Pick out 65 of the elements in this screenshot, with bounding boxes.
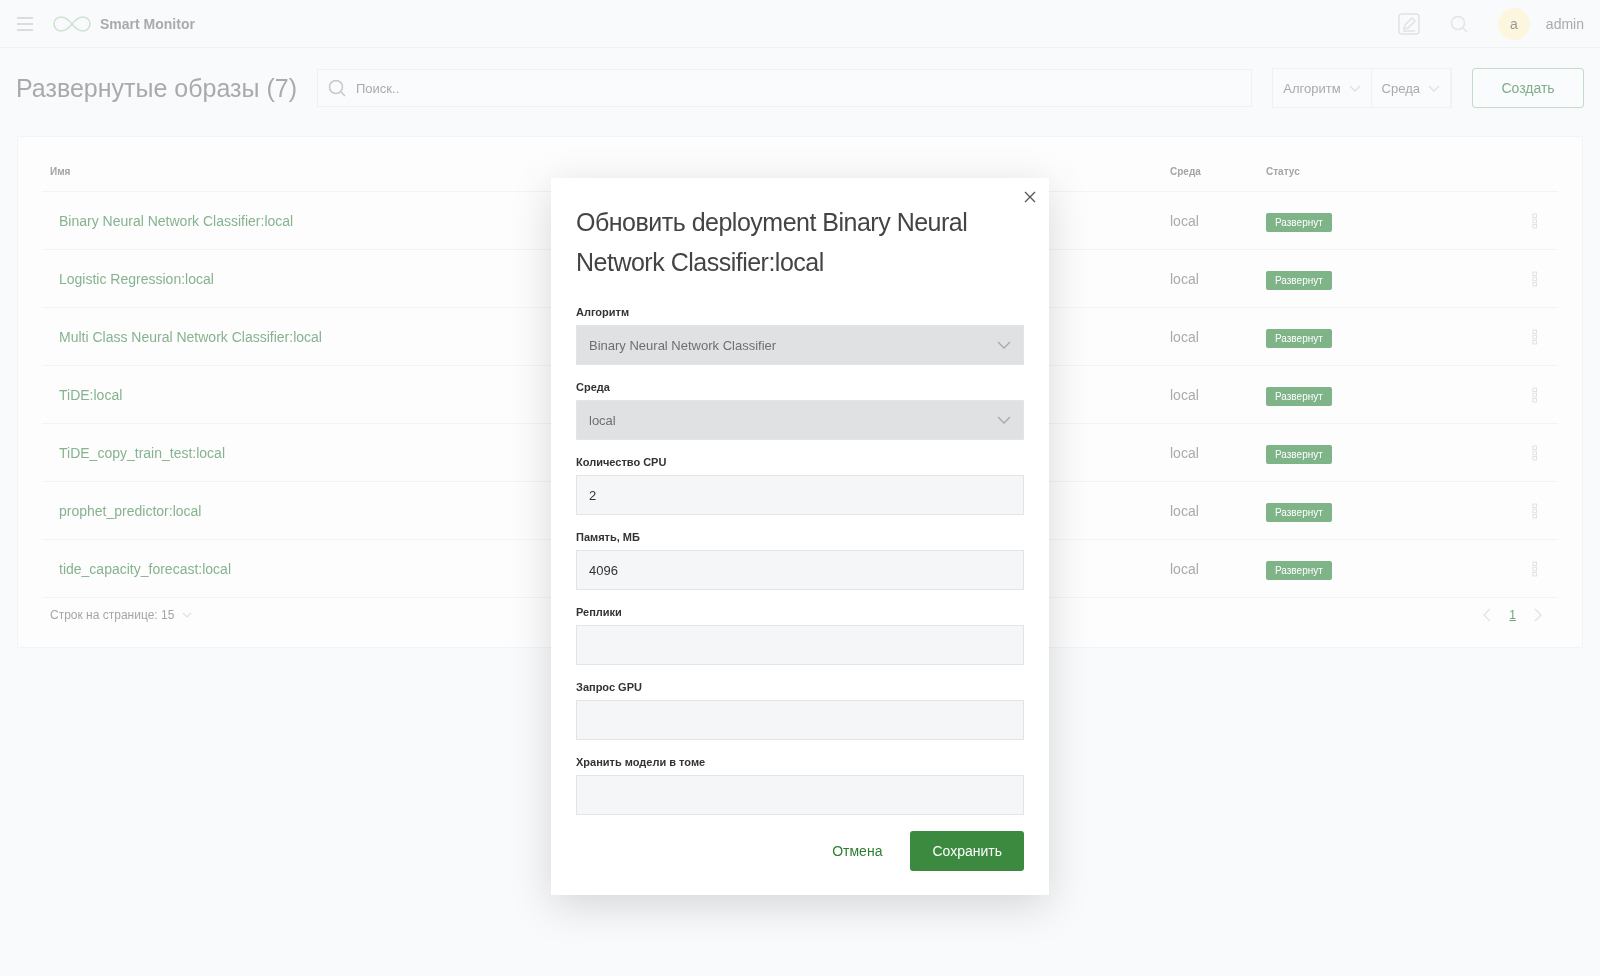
app-title: Smart Monitor [100,15,195,32]
field-label: Среда [576,381,611,393]
cancel-button[interactable]: Отмена [826,842,889,860]
table-cell-text: local [1170,502,1200,519]
more-options-icon[interactable] [1532,328,1538,345]
input-field[interactable]: 4096 [576,550,1024,590]
column-header: Имя [50,165,72,177]
status-badge: Развернут [1266,502,1332,522]
chevron-down-icon [997,341,1011,349]
more-options-icon[interactable] [1532,502,1538,519]
status-badge: Развернут [1266,328,1332,348]
field-label: Память, МБ [576,531,641,543]
search-field[interactable]: Поиск.. [317,69,1253,107]
chevron-down-icon [1348,84,1361,92]
status-badge: Развернут [1266,212,1332,232]
edit-icon[interactable] [1397,12,1420,35]
table-cell-text: local [1170,212,1200,229]
field-label: Алгоритм [576,306,631,318]
create-button[interactable]: Создать [1472,68,1584,108]
column-header: Статус [1266,165,1301,177]
chevron-down-icon [1428,84,1440,92]
column-header: Среда [1170,165,1202,177]
status-badge: Развернут [1266,386,1332,406]
search-icon [328,79,346,97]
page-title: Развернутые образы (7) [16,73,297,103]
deployment-link[interactable]: Multi Class Neural Network Classifier:local [59,328,322,345]
deployment-link[interactable]: prophet_predictor:local [59,502,202,519]
menu-icon[interactable] [16,16,34,31]
field-label: Запрос GPU [576,681,643,693]
deployment-link[interactable]: Binary Neural Network Classifier:local [59,212,294,229]
deployment-link[interactable]: tide_capacity_forecast:local [59,560,231,577]
dialog-title: Обновить deployment Binary Neural Network Classifier:local [576,207,969,278]
more-options-icon[interactable] [1532,560,1538,577]
chevron-down-icon [997,416,1011,424]
field-label: Хранить модели в томе [576,756,707,768]
save-button[interactable]: Сохранить [910,831,1024,871]
more-options-icon[interactable] [1532,386,1538,403]
deployment-link[interactable]: Logistic Regression:local [59,270,214,287]
input-field[interactable] [576,625,1024,665]
table-cell-text: local [1170,444,1200,461]
input-field[interactable]: 2 [576,475,1024,515]
status-badge: Развернут [1266,560,1332,580]
more-options-icon[interactable] [1532,212,1538,229]
input-field[interactable] [576,700,1024,740]
chevron-down-icon [182,612,193,618]
user-avatar[interactable]: a [1497,7,1530,40]
status-badge: Развернут [1266,444,1332,464]
table-cell-text: local [1170,328,1200,345]
rows-per-page-dropdown[interactable]: Строк на странице: 15 [50,608,193,622]
user-name: admin [1545,15,1584,32]
next-page-icon[interactable] [1534,608,1542,622]
infinity-logo-icon [52,14,92,33]
page-link[interactable]: 1 [1509,608,1516,622]
deployment-link[interactable]: TiDE_copy_train_test:local [59,444,225,461]
table-cell-text: local [1170,560,1200,577]
more-options-icon[interactable] [1532,270,1538,287]
table-cell-text: local [1170,386,1200,403]
input-field[interactable] [576,775,1024,815]
status-badge: Развернут [1266,270,1332,290]
field-label: Реплики [576,606,623,618]
previous-page-icon[interactable] [1483,608,1492,622]
deployment-link[interactable]: TiDE:local [59,386,123,403]
more-options-icon[interactable] [1532,444,1538,461]
field-label: Количество CPU [576,456,668,468]
table-cell-text: local [1170,270,1200,287]
